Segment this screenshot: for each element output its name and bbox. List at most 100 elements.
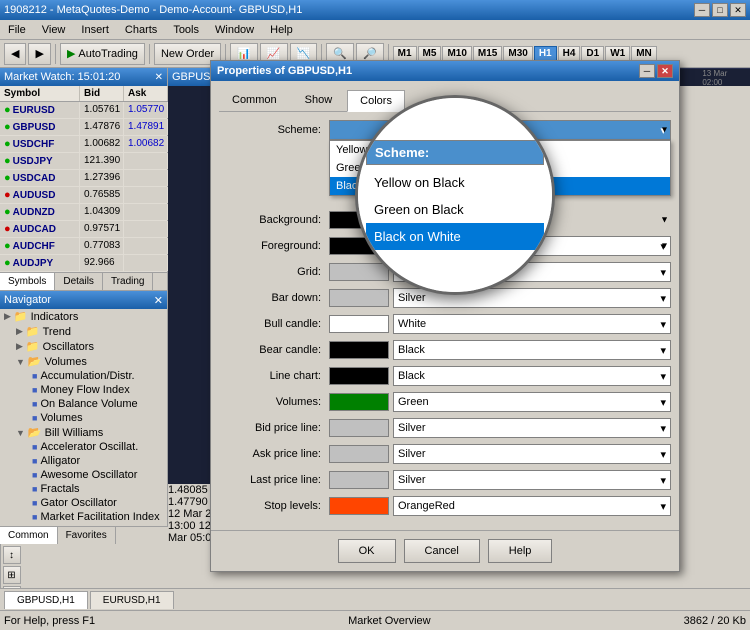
tree-trend[interactable]: ▶ 📁 Trend xyxy=(0,324,167,339)
bullcandle-swatch[interactable] xyxy=(329,315,389,333)
tf-m30[interactable]: M30 xyxy=(503,46,532,61)
nav-tab-favorites[interactable]: Favorites xyxy=(58,527,116,544)
menu-insert[interactable]: Insert xyxy=(73,20,117,39)
list-item[interactable]: ●GBPUSD 1.47876 1.47891 xyxy=(0,119,167,136)
tree-gator[interactable]: ■ Gator Oscillator xyxy=(0,496,167,510)
tree-alligator[interactable]: ■ Alligator xyxy=(0,454,167,468)
tf-m5[interactable]: M5 xyxy=(418,46,442,61)
tf-m10[interactable]: M10 xyxy=(442,46,471,61)
modal-min[interactable]: ─ xyxy=(639,64,655,78)
menu-charts[interactable]: Charts xyxy=(117,20,165,39)
tab-trading[interactable]: Trading xyxy=(103,273,154,290)
maximize-button[interactable]: □ xyxy=(712,3,728,17)
minimize-button[interactable]: ─ xyxy=(694,3,710,17)
askprice-text: Silver xyxy=(398,448,426,460)
modal-close[interactable]: ✕ xyxy=(657,64,673,78)
tree-mfi[interactable]: ■ Money Flow Index xyxy=(0,383,167,397)
lastprice-swatch[interactable] xyxy=(329,471,389,489)
tree-label: Alligator xyxy=(40,455,80,467)
status-market: Market Overview xyxy=(348,615,431,627)
market-watch-rows: ●EURUSD 1.05761 1.05770 ●GBPUSD 1.47876 … xyxy=(0,102,167,272)
col-symbol: Symbol xyxy=(0,86,80,101)
help-button[interactable]: Help xyxy=(488,539,553,563)
tf-d1[interactable]: D1 xyxy=(581,46,604,61)
tf-m15[interactable]: M15 xyxy=(473,46,502,61)
tf-h4[interactable]: H4 xyxy=(558,46,581,61)
tree-oscillators[interactable]: ▶ 📁 Oscillators xyxy=(0,339,167,354)
forward-button[interactable]: ▶ xyxy=(28,43,50,65)
tree-mfi2[interactable]: ■ Market Facilitation Index xyxy=(0,510,167,522)
scheme-label: Scheme: xyxy=(219,124,329,136)
bullcandle-control: White ▾ xyxy=(329,314,671,334)
askprice-swatch[interactable] xyxy=(329,445,389,463)
volumes-text: Green xyxy=(398,396,429,408)
lastprice-label: Last price line: xyxy=(219,474,329,486)
tree-awesome[interactable]: ■ Awesome Oscillator xyxy=(0,468,167,482)
list-item[interactable]: ●EURUSD 1.05761 1.05770 xyxy=(0,102,167,119)
back-button[interactable]: ◀ xyxy=(4,43,26,65)
list-item[interactable]: ●USDCAD 1.27396 xyxy=(0,170,167,187)
expand-icon: ▶ xyxy=(4,311,11,322)
rt-btn-1[interactable]: ↕ xyxy=(3,546,21,564)
tree-indicators[interactable]: ▶ 📁 Indicators xyxy=(0,309,167,324)
list-item[interactable]: ●USDJPY 121.390 xyxy=(0,153,167,170)
tab-symbols[interactable]: Symbols xyxy=(0,273,55,290)
chart-tab-gbpusd[interactable]: GBPUSD,H1 xyxy=(4,591,88,609)
volumes-row: Volumes: Green ▾ xyxy=(219,392,671,412)
tab-details[interactable]: Details xyxy=(55,273,103,290)
tf-h1[interactable]: H1 xyxy=(534,46,557,61)
menu-window[interactable]: Window xyxy=(207,20,262,39)
askprice-value: Silver ▾ xyxy=(393,444,671,464)
grid-label: Grid: xyxy=(219,266,329,278)
autotrade-button[interactable]: ▶ AutoTrading xyxy=(60,43,145,65)
list-item[interactable]: ●AUDCHF 0.77083 xyxy=(0,238,167,255)
indicator-icon: ■ xyxy=(32,442,37,452)
menu-help[interactable]: Help xyxy=(262,20,301,39)
expand-icon: ▼ xyxy=(16,357,25,367)
close-button[interactable]: ✕ xyxy=(730,3,746,17)
menu-view[interactable]: View xyxy=(34,20,74,39)
tree-accelerator[interactable]: ■ Accelerator Oscillat. xyxy=(0,440,167,454)
market-watch-close[interactable]: ✕ xyxy=(155,72,163,83)
bearcandle-swatch[interactable] xyxy=(329,341,389,359)
folder-icon: 📂 xyxy=(28,426,42,439)
rt-btn-2[interactable]: ⊞ xyxy=(3,566,21,584)
menu-file[interactable]: File xyxy=(0,20,34,39)
bidprice-swatch[interactable] xyxy=(329,419,389,437)
nav-tab-common[interactable]: Common xyxy=(0,527,58,544)
tf-mn[interactable]: MN xyxy=(631,46,657,61)
tree-volumes-item[interactable]: ■ Volumes xyxy=(0,411,167,425)
linechart-swatch[interactable] xyxy=(329,367,389,385)
tf-w1[interactable]: W1 xyxy=(605,46,630,61)
tree-billwilliams[interactable]: ▼ 📂 Bill Williams xyxy=(0,425,167,440)
tree-label: Indicators xyxy=(31,311,79,323)
list-item[interactable]: ●AUDJPY 92.966 xyxy=(0,255,167,272)
volumes-swatch[interactable] xyxy=(329,393,389,411)
modal-tab-show[interactable]: Show xyxy=(292,89,346,111)
stoplevels-swatch[interactable] xyxy=(329,497,389,515)
tf-m1[interactable]: M1 xyxy=(393,46,417,61)
menu-tools[interactable]: Tools xyxy=(165,20,207,39)
status-help: For Help, press F1 xyxy=(4,615,95,627)
lastprice-row: Last price line: Silver ▾ xyxy=(219,470,671,490)
tree-accum[interactable]: ■ Accumulation/Distr. xyxy=(0,369,167,383)
list-item[interactable]: ●AUDUSD 0.76585 xyxy=(0,187,167,204)
navigator-label: Navigator xyxy=(4,294,51,306)
ok-button[interactable]: OK xyxy=(338,539,396,563)
list-item[interactable]: ●USDCHF 1.00682 1.00682 xyxy=(0,136,167,153)
chart-tab-eurusd[interactable]: EURUSD,H1 xyxy=(90,591,174,609)
tree-volumes[interactable]: ▼ 📂 Volumes xyxy=(0,354,167,369)
indicator-icon: ■ xyxy=(32,456,37,466)
list-item[interactable]: ●AUDNZD 1.04309 xyxy=(0,204,167,221)
cancel-button[interactable]: Cancel xyxy=(404,539,480,563)
magnifier-inner: Scheme: Yellow on Black Green on Black B… xyxy=(358,132,552,258)
list-item[interactable]: ●AUDCAD 0.97571 xyxy=(0,221,167,238)
bearcandle-value: Black ▾ xyxy=(393,340,671,360)
background-label: Background: xyxy=(219,214,329,226)
tree-fractals[interactable]: ■ Fractals xyxy=(0,482,167,496)
navigator-close[interactable]: ✕ xyxy=(154,294,163,307)
bearcandle-row: Bear candle: Black ▾ xyxy=(219,340,671,360)
modal-tab-common[interactable]: Common xyxy=(219,89,290,111)
tree-label: On Balance Volume xyxy=(40,398,137,410)
tree-obv[interactable]: ■ On Balance Volume xyxy=(0,397,167,411)
